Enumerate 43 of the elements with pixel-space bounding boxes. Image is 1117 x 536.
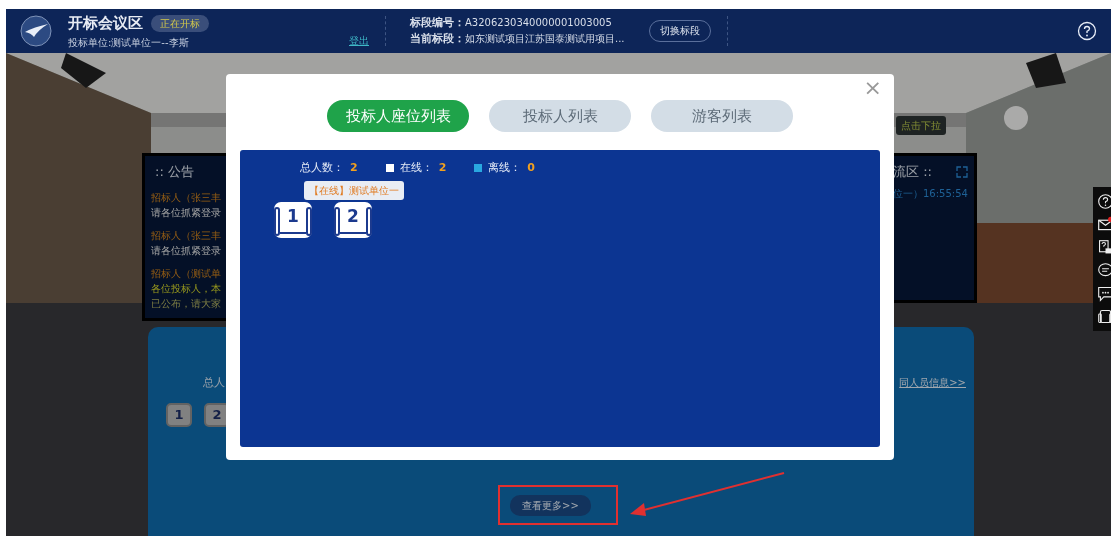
view-more-button[interactable]: 查看更多>> xyxy=(510,495,591,516)
logo-icon xyxy=(20,15,52,47)
chat-icon[interactable] xyxy=(1096,285,1111,302)
seat-icon: 1 xyxy=(166,403,192,427)
member-info-link[interactable]: 同人员信息>> xyxy=(899,375,966,390)
panel-title: 流区 :: xyxy=(893,163,932,181)
logout-link[interactable]: 登出 xyxy=(349,33,369,48)
current-section: 当前标段：如东测试项目江苏国泰测试用项目... xyxy=(410,31,625,48)
status-badge: 正在开标 xyxy=(151,15,209,32)
offline-label: 离线： xyxy=(488,160,522,176)
message-sender: 招标人（张三丰 xyxy=(151,228,222,243)
seat-tooltip: 【在线】测试单位一 xyxy=(304,181,404,200)
online-legend-icon xyxy=(385,164,394,173)
dropdown-hint: 点击下拉 xyxy=(896,116,946,135)
expand-icon[interactable] xyxy=(956,166,968,178)
section-code: 标段编号：A3206230340000001003005 xyxy=(410,14,613,31)
message-text: 请各位抓紧登录 xyxy=(151,205,222,220)
mail-icon[interactable] xyxy=(1096,216,1111,233)
offline-count: 0 xyxy=(527,160,535,176)
message-sender: 招标人（测试单 xyxy=(151,266,222,281)
tab[interactable]: 游客列表 xyxy=(651,100,793,132)
total-label: 总人 xyxy=(203,375,225,391)
help-chat-icon[interactable] xyxy=(1096,239,1111,256)
seat-icon[interactable] xyxy=(1096,308,1111,325)
online-label: 在线： xyxy=(399,160,433,176)
total-count: 2 xyxy=(350,160,358,176)
close-button[interactable]: × xyxy=(857,76,888,100)
bidder-name: 投标单位:测试单位一--李斯 xyxy=(68,35,190,50)
message-text: 请各位抓紧登录 xyxy=(151,243,222,258)
help-icon[interactable] xyxy=(1077,21,1097,41)
comment-icon[interactable] xyxy=(1096,262,1111,279)
app-title: 开标会议区 xyxy=(68,13,143,35)
seat-button[interactable]: 1 xyxy=(274,202,312,238)
tab[interactable]: 投标人列表 xyxy=(489,100,631,132)
help-icon[interactable] xyxy=(1096,193,1111,210)
message-text: 已公布，请大家 xyxy=(151,296,222,311)
offline-legend-icon xyxy=(474,164,483,173)
message-text: 各位投标人，本 xyxy=(151,281,222,296)
total-label: 总人数： xyxy=(300,160,344,176)
online-count: 2 xyxy=(438,160,447,176)
tab[interactable]: 投标人座位列表 xyxy=(327,100,469,132)
panel-title: :: 公告 xyxy=(154,163,195,181)
message-sender: 招标人（张三丰 xyxy=(151,190,222,205)
